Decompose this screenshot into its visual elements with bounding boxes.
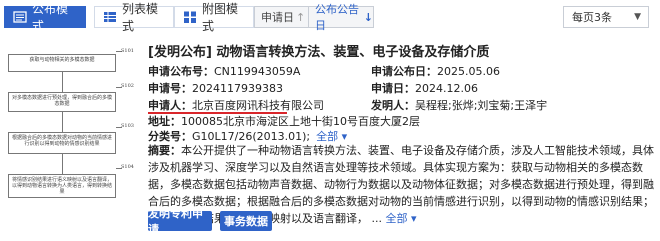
tab-publish-mode[interactable]: 公布模式 (4, 2, 86, 33)
button-label: 事务数据 (224, 215, 268, 228)
flowchart-step: 根据融合后的多模态数据对动物的当前情感进行识别以得到动物的情感识别结果 (8, 132, 116, 154)
filing-date-label: 申请日： (371, 82, 415, 95)
app-no-row: 申请公布号：CN119943059A (148, 63, 300, 79)
app-no-label: 申请公布号： (148, 65, 214, 78)
pub-date-label: 申请公布日： (371, 65, 437, 78)
arrow-down-icon: ↓ (363, 10, 373, 24)
inventor-value: 吴程程;张烨;刘宝菊;王泽宇 (415, 99, 548, 112)
step-number: S103 (121, 123, 134, 129)
sort-label: 公布公告日 (315, 3, 359, 32)
filing-date-row: 申请日：2024.12.06 (371, 80, 478, 96)
address-value: 100085北京市海淀区上地十街10号百度大厦2层 (181, 115, 420, 128)
tab-label: 公布模式 (32, 2, 69, 33)
flowchart-step: 获取与动物相关的多模态数据 (8, 54, 116, 72)
flowchart-step: 对多模态数据进行预处理，得到融合后的多模态数据 (8, 92, 116, 112)
affairs-data-button[interactable]: 事务数据 (220, 211, 272, 231)
applicant-value: 北京百度网讯科技有限公司 (192, 99, 324, 112)
sort-label: 申请日 (261, 11, 294, 24)
grid-icon (183, 10, 197, 24)
tab-figure-mode[interactable]: 附图模式 (174, 2, 254, 33)
tab-list-mode[interactable]: 列表模式 (94, 2, 174, 33)
flowchart-step: 将情感识别结果进行语义映射以及语言翻译，以得到动物语言转换为人类语言，得到转换结… (8, 174, 116, 198)
pub-date-row: 申请公布日：2025.05.06 (371, 63, 500, 79)
button-label: 发明专利申请 (148, 207, 203, 236)
publish-application-button[interactable]: 发明专利申请 (148, 207, 212, 236)
page-size-value: 每页3条 (572, 11, 612, 24)
patent-title[interactable]: [发明公布] 动物语言转换方法、装置、电子设备及存储介质 (148, 41, 489, 60)
tab-label: 附图模式 (202, 2, 239, 33)
flowchart-connector (62, 112, 63, 132)
sort-publish-date-button[interactable]: 公布公告日 ↓ (308, 3, 374, 32)
table-icon (103, 10, 117, 24)
filing-no-row: 申请号：2024117939383 (148, 80, 283, 96)
inventor-label: 发明人： (371, 99, 415, 112)
abstract-label: 摘要： (148, 144, 181, 157)
arrow-up-icon: ↑ (296, 10, 306, 24)
toolbar: 公布模式 列表模式 附图模式 申请日 ↑ 公布公告日 ↓ 每页3条 ▼ (0, 0, 660, 34)
page-size-select[interactable]: 每页3条 ▼ (563, 6, 649, 28)
abstract-more-text: 全部 (385, 212, 408, 225)
address-row: 地址：100085北京市海淀区上地十街10号百度大厦2层 (148, 113, 420, 129)
chevron-down-icon: ▼ (634, 12, 641, 22)
chevron-down-icon: ▾ (410, 212, 417, 225)
abstract-more-link[interactable]: 全部 ▾ (385, 212, 416, 225)
app-no-value: CN119943059A (214, 65, 301, 78)
flowchart-connector (62, 154, 63, 174)
filing-no-label: 申请号： (148, 82, 192, 95)
step-number: S101 (121, 48, 134, 54)
patent-figure[interactable]: 获取与动物相关的多模态数据 S101 对多模态数据进行预处理，得到融合后的多模态… (4, 40, 142, 200)
inventor-row: 发明人：吴程程;张烨;刘宝菊;王泽宇 (371, 97, 547, 113)
pub-date-value: 2025.05.06 (437, 65, 500, 78)
sort-filing-date-button[interactable]: 申请日 ↑ (254, 6, 314, 28)
applicant-row: 申请人：北京百度网讯科技有限公司 (148, 97, 324, 113)
abstract-ellipsis: ... (368, 212, 386, 225)
filing-date-value: 2024.12.06 (415, 82, 478, 95)
applicant-label: 申请人： (148, 99, 192, 112)
step-number: S104 (121, 164, 134, 170)
filing-no-value: 2024117939383 (192, 82, 283, 95)
tab-label: 列表模式 (122, 2, 159, 33)
address-label: 地址： (148, 115, 181, 128)
flowchart-connector (62, 72, 63, 92)
step-number: S102 (121, 83, 134, 89)
list-icon (13, 10, 27, 24)
